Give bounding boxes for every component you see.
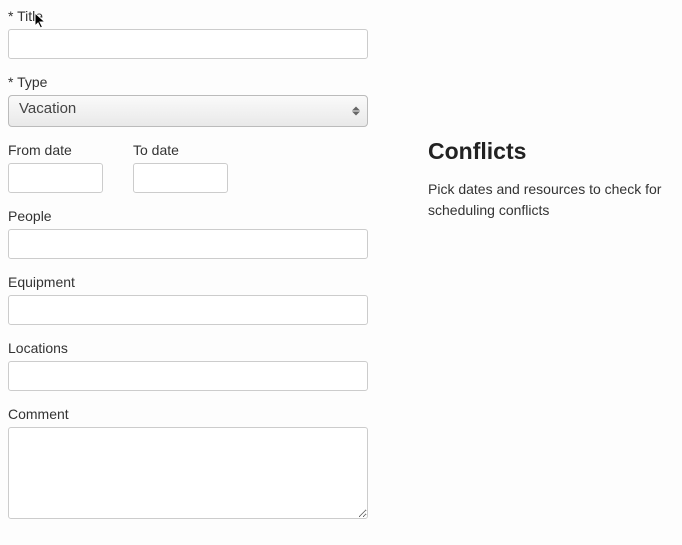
from-date-label: From date xyxy=(8,142,103,158)
from-date-input[interactable] xyxy=(8,163,103,193)
to-date-field-group: To date xyxy=(133,142,228,193)
comment-label: Comment xyxy=(8,406,368,422)
locations-field-group: Locations xyxy=(8,340,368,391)
equipment-label: Equipment xyxy=(8,274,368,290)
title-label: * Title xyxy=(8,8,368,24)
locations-input[interactable] xyxy=(8,361,368,391)
title-field-group: * Title xyxy=(8,8,368,59)
equipment-input[interactable] xyxy=(8,295,368,325)
conflicts-heading: Conflicts xyxy=(428,138,674,165)
to-date-input[interactable] xyxy=(133,163,228,193)
conflicts-description: Pick dates and resources to check for sc… xyxy=(428,179,674,221)
locations-label: Locations xyxy=(8,340,368,356)
conflicts-panel: Conflicts Pick dates and resources to ch… xyxy=(428,8,674,537)
to-date-label: To date xyxy=(133,142,228,158)
type-select[interactable]: Vacation xyxy=(8,95,368,127)
comment-field-group: Comment xyxy=(8,406,368,522)
type-label: * Type xyxy=(8,74,368,90)
from-date-field-group: From date xyxy=(8,142,103,193)
equipment-field-group: Equipment xyxy=(8,274,368,325)
type-field-group: * Type Vacation xyxy=(8,74,368,127)
comment-textarea[interactable] xyxy=(8,427,368,519)
form-column: * Title * Type Vacation From date To dat… xyxy=(8,8,368,537)
people-input[interactable] xyxy=(8,229,368,259)
people-field-group: People xyxy=(8,208,368,259)
people-label: People xyxy=(8,208,368,224)
title-input[interactable] xyxy=(8,29,368,59)
